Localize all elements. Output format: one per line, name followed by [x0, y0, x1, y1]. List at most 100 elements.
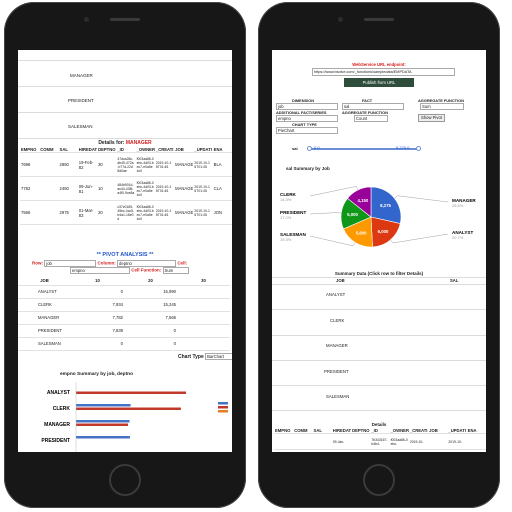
row-label: Row: — [32, 260, 43, 266]
table-row[interactable]: CLERK 7,934 15,245 — [18, 298, 230, 312]
details-title: Details for: — [98, 140, 125, 146]
show-pivot-button[interactable]: Show Pivot — [418, 114, 445, 122]
pie-value-label: 8,275 — [380, 203, 391, 208]
table-header-row: JOB 10 20 30 — [18, 277, 230, 286]
table-row[interactable]: MANAGER — [326, 343, 348, 348]
col-header: HIREDATE — [331, 428, 352, 434]
table-row[interactable]: 09-Jan- 7b343167-b4b4- f003aa86-0ebc- 20… — [274, 433, 486, 450]
cell-function-select[interactable]: Sum — [162, 267, 189, 274]
table-row[interactable]: SALESMAN 0 0 — [18, 337, 230, 351]
publish-button[interactable]: Publish from URL — [344, 78, 414, 87]
pivot-title: ** PIVOT ANALYSIS ** — [96, 252, 154, 258]
details-title: Details — [371, 422, 387, 427]
pie-percent-label: 28.5% — [452, 203, 464, 208]
camera-icon — [84, 17, 89, 22]
chart-type-label: Chart Type — [178, 353, 204, 360]
bar-chart: ANALYST CLERK MANAGER PRESIDENT — [41, 382, 228, 452]
camera-icon — [338, 17, 343, 22]
col-header: _UPDATI — [193, 147, 213, 153]
table-row[interactable]: 7782 2450 09-Jun-81 10 484b901d-ac44-43f… — [20, 176, 232, 201]
col-header: JOB — [18, 277, 71, 286]
list-item[interactable]: SALESMAN — [68, 124, 93, 129]
dimension-select[interactable]: job — [276, 103, 338, 110]
cell-select[interactable]: empno — [70, 267, 130, 274]
summary-list: ANALYST CLERK MANAGER PRESIDENT SALESMAN — [272, 284, 486, 412]
col-header: DEPTNO — [97, 147, 117, 153]
bar-category-label: CLERK — [53, 406, 71, 412]
aggfn2-select[interactable]: Count — [354, 115, 388, 122]
col-header: _OWNER — [389, 428, 409, 434]
table-row[interactable]: MANAGER 7,782 7,566 — [18, 311, 230, 325]
pivot-table: JOB 10 20 30 ANALYST 0 15,990 CLERK 7,934 15… — [18, 277, 230, 351]
chart-type-select[interactable]: BarChart — [205, 353, 232, 360]
home-button[interactable] — [363, 464, 395, 496]
range-slider: sal 0.0 6,275.0 — [292, 145, 472, 153]
col-header: _CREATI — [154, 147, 175, 153]
details-job: MANAGER — [125, 140, 152, 146]
table-row[interactable]: PRESIDENT — [324, 369, 349, 374]
charttype-select[interactable]: PieChart — [276, 127, 338, 134]
pivot-controls: Row: job Column: deptno Cell: — [32, 260, 232, 267]
list-item[interactable]: PRESIDENT — [68, 98, 94, 103]
ws-label: WebService URL endpoint: — [352, 62, 406, 67]
column-select[interactable]: deptno — [117, 260, 177, 267]
table-row[interactable]: 7566 2975 01-Mar-83 20 c37c0165-45bc-4cc… — [20, 200, 232, 225]
table-row[interactable]: 7698 2850 19-Feb-82 30 47dca28c-db45-472… — [20, 152, 232, 177]
summary-title: Summary Data (Click row to filter Detail… — [334, 271, 424, 276]
row-select[interactable]: job — [44, 260, 97, 267]
pie-title: sal Summary by Job — [286, 166, 330, 171]
speaker-icon — [110, 18, 140, 21]
table-row[interactable]: SALESMAN — [326, 394, 349, 399]
col-header: JOB — [336, 278, 345, 283]
pivot-controls-2: empno Cell Function: Sum — [70, 267, 230, 274]
aggfn-select[interactable]: Sum — [420, 103, 464, 110]
left-screen: MANAGER PRESIDENT SALESMAN Details for: … — [18, 50, 232, 452]
legend-swatch — [218, 410, 228, 413]
col-header: DEPTNO — [351, 428, 371, 434]
col-header: HIREDATE — [77, 147, 98, 153]
table-row[interactable]: PRESIDENT 7,839 0 — [18, 324, 230, 338]
pie-value-label: 5,000 — [347, 212, 358, 217]
slider-min-handle[interactable] — [307, 146, 312, 151]
col-header: _OWNER — [135, 147, 155, 153]
slider-field-label: sal — [292, 146, 298, 151]
bar-mark — [76, 407, 181, 410]
table-row[interactable]: CLERK — [330, 318, 344, 323]
speaker-icon — [364, 18, 394, 21]
pie-callout-line — [309, 235, 356, 247]
col-header: _CREATI — [408, 428, 429, 434]
table-row[interactable]: ANALYST — [326, 292, 345, 297]
col-header: 10 — [71, 277, 124, 286]
bar-mark — [76, 404, 131, 407]
right-screen: WebService URL endpoint: https://www.bso… — [272, 50, 486, 452]
slider-min-value: 0.0 — [314, 145, 320, 150]
col-header: _UPDATI — [447, 428, 467, 434]
col-header: 30 — [177, 277, 230, 286]
fact-select[interactable]: sal — [342, 103, 404, 110]
pie-chart: 8,275MANAGER28.5%6,000 ANALYST20.7%5,600S… — [280, 186, 476, 248]
table-row[interactable]: ANALYST 0 15,990 — [18, 285, 230, 299]
pie-value-label: 5,600 — [356, 230, 367, 235]
pie-callout-line — [394, 195, 449, 203]
cell-label: Cell: — [177, 260, 188, 266]
slider-max-handle[interactable] — [416, 146, 421, 151]
bar-mark — [76, 391, 186, 394]
pie-callout-line — [309, 212, 342, 215]
addfact-select[interactable]: empno — [276, 115, 338, 122]
details-heading: Details for: MANAGER — [18, 140, 232, 146]
column-label: Column: — [97, 260, 116, 266]
bar-mark — [76, 420, 130, 423]
bar-category-label: ANALYST — [47, 390, 70, 396]
ws-url-input[interactable]: https://www.bsolve.com/_functions/sample… — [312, 68, 455, 76]
legend-swatch — [218, 402, 228, 405]
chart-title: empno Summary by job, deptno — [60, 372, 134, 377]
details-table: EMPNO COMM SAL HIREDATE DEPTNO _ID _OWNE… — [274, 428, 486, 450]
left-phone: MANAGER PRESIDENT SALESMAN Details for: … — [4, 2, 246, 508]
job-list: MANAGER PRESIDENT SALESMAN — [18, 60, 232, 139]
col-header: 20 — [124, 277, 177, 286]
home-button[interactable] — [109, 464, 141, 496]
pie-percent-label: 20.7% — [452, 235, 464, 240]
list-item[interactable]: MANAGER — [70, 73, 93, 78]
bar-mark — [76, 423, 129, 426]
pie-value-label: 6,000 — [378, 229, 389, 234]
